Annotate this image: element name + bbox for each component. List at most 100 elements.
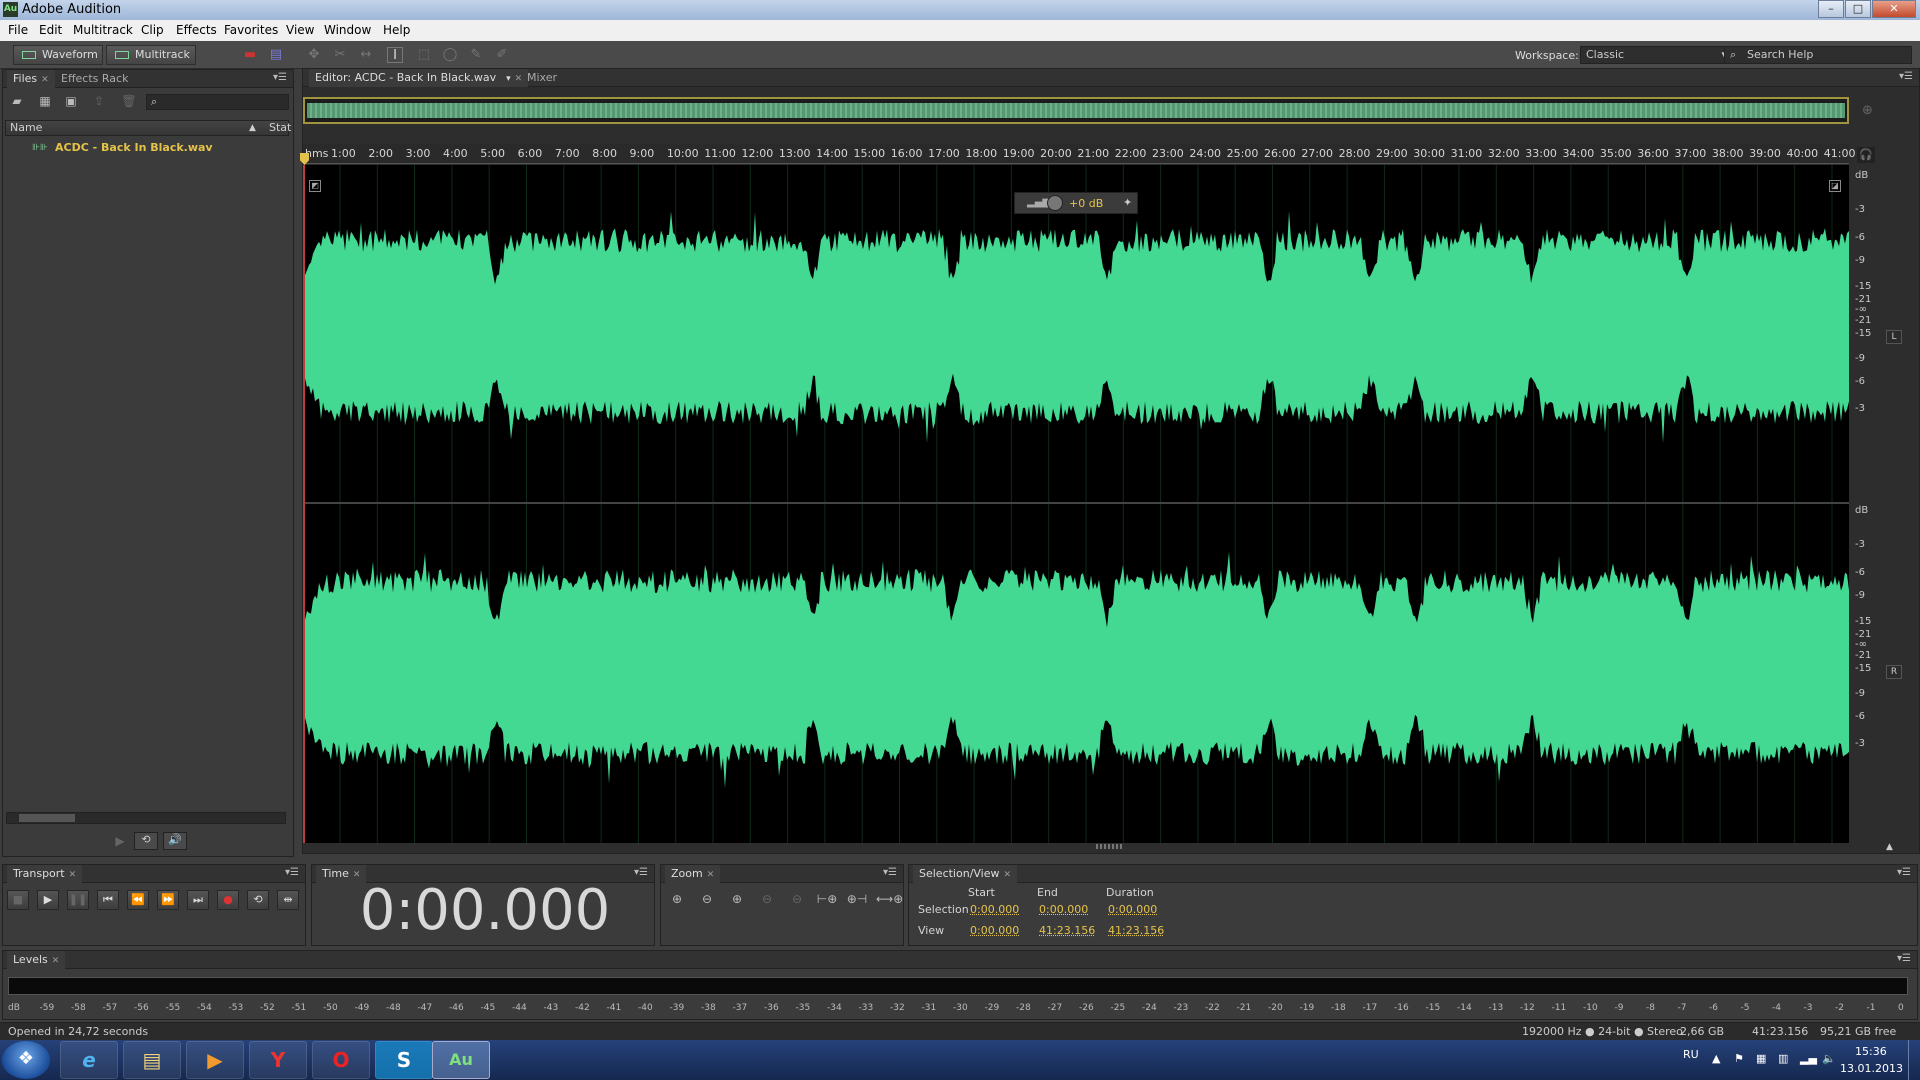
view-end-field[interactable]: 41:23.156: [1039, 924, 1095, 937]
channel-right-toggle[interactable]: R: [1886, 665, 1902, 679]
move-tool-icon[interactable]: ✥: [306, 47, 322, 63]
file-explorer-icon[interactable]: ▤: [123, 1041, 181, 1079]
panel-menu-icon[interactable]: ▾☰: [1897, 953, 1911, 964]
menu-favorites[interactable]: Favorites: [224, 23, 278, 37]
volume-knob-icon[interactable]: [1047, 195, 1063, 211]
waveform-view-button[interactable]: Waveform: [13, 45, 103, 65]
zoom-to-selection-icon[interactable]: ⟷⊕: [876, 890, 903, 910]
column-name[interactable]: Name: [10, 121, 42, 135]
zoom-out-full-icon[interactable]: ⊖: [786, 890, 808, 910]
action-center-flag-icon[interactable]: ⚑: [1734, 1052, 1744, 1065]
opera-icon[interactable]: O: [312, 1041, 370, 1079]
zoom-in-at-start-icon[interactable]: ⊢⊕: [816, 890, 838, 910]
pause-button[interactable]: ❚❚: [67, 890, 89, 910]
delete-file-icon[interactable]: 🗑: [121, 94, 137, 108]
internet-explorer-icon[interactable]: e: [60, 1041, 118, 1079]
spectral-frequency-icon[interactable]: ▬: [242, 47, 258, 63]
panel-menu-icon[interactable]: ▾☰: [1899, 71, 1913, 82]
start-button[interactable]: ❖: [2, 1041, 50, 1079]
network-icon[interactable]: ▥: [1778, 1052, 1788, 1065]
fade-out-handle-icon[interactable]: ◪: [1829, 180, 1841, 192]
menu-file[interactable]: File: [8, 23, 28, 37]
zoom-out-time-icon[interactable]: ⊖: [756, 890, 778, 910]
close-icon[interactable]: ✕: [52, 956, 60, 966]
rewind-button[interactable]: ⏪: [127, 890, 149, 910]
adobe-audition-icon[interactable]: Au: [432, 1041, 490, 1079]
files-search-input[interactable]: ⌕: [146, 94, 289, 110]
marquee-tool-icon[interactable]: ⬚: [416, 47, 432, 63]
show-hidden-icons-icon[interactable]: ▲: [1712, 1052, 1720, 1065]
panel-menu-icon[interactable]: ▾☰: [285, 867, 299, 878]
chevron-down-icon[interactable]: ▾: [506, 74, 511, 84]
fade-in-handle-icon[interactable]: ◩: [309, 180, 321, 192]
loop-preview-icon[interactable]: ⟲: [134, 832, 158, 850]
panel-menu-icon[interactable]: ▾☰: [634, 867, 648, 878]
menu-view[interactable]: View: [286, 23, 314, 37]
spot-healing-tool-icon[interactable]: ✐: [494, 47, 510, 63]
view-start-field[interactable]: 0:00.000: [970, 924, 1019, 937]
spectral-pitch-icon[interactable]: ▤: [268, 47, 284, 63]
play-button[interactable]: ▶: [37, 890, 59, 910]
skype-icon[interactable]: S: [375, 1041, 433, 1079]
tab-editor[interactable]: Editor: ACDC - Back In Black.wav ▾ ✕: [309, 69, 529, 87]
menu-help[interactable]: Help: [383, 23, 410, 37]
yandex-browser-icon[interactable]: Y: [249, 1041, 307, 1079]
close-icon[interactable]: ✕: [1004, 870, 1012, 880]
close-button[interactable]: ✕: [1872, 0, 1916, 18]
tab-mixer[interactable]: Mixer: [521, 69, 563, 87]
insert-into-multitrack-icon[interactable]: ⇪: [91, 94, 107, 108]
timeline-ruler[interactable]: hms 1:00 2:00 3:00 4:00 5:00 6:00 7:00 8:00 9:00…: [303, 144, 1856, 164]
files-horizontal-scrollbar[interactable]: [6, 812, 286, 824]
tab-transport[interactable]: Transport ✕: [7, 865, 83, 883]
selection-start-field[interactable]: 0:00.000: [970, 903, 1019, 916]
loop-playback-button[interactable]: ⟲: [247, 890, 269, 910]
close-icon[interactable]: ✕: [69, 870, 77, 880]
vertical-resize-handle[interactable]: [1096, 844, 1124, 849]
zoom-in-time-icon[interactable]: ⊕: [726, 890, 748, 910]
headphones-icon[interactable]: 🎧: [1857, 147, 1875, 163]
zoom-in-amplitude-icon[interactable]: ⊕: [666, 890, 688, 910]
selection-duration-field[interactable]: 0:00.000: [1108, 903, 1157, 916]
menu-multitrack[interactable]: Multitrack: [73, 23, 133, 37]
go-to-start-button[interactable]: ⏮: [97, 890, 119, 910]
view-duration-field[interactable]: 41:23.156: [1108, 924, 1164, 937]
scroll-up-icon[interactable]: ▲: [1886, 842, 1893, 852]
menu-edit[interactable]: Edit: [39, 23, 62, 37]
clock-date[interactable]: 13.01.2013: [1840, 1062, 1903, 1075]
tab-effects-rack[interactable]: Effects Rack: [55, 70, 134, 88]
pin-icon[interactable]: ✦: [1123, 196, 1132, 209]
open-file-icon[interactable]: ▰: [9, 94, 25, 108]
lasso-tool-icon[interactable]: ◯: [442, 47, 458, 63]
skip-selection-button[interactable]: ⇹: [277, 890, 299, 910]
tab-selection-view[interactable]: Selection/View ✕: [913, 865, 1018, 883]
tab-files[interactable]: Files ✕: [7, 70, 55, 88]
brush-tool-icon[interactable]: ✎: [468, 47, 484, 63]
hud-volume-control[interactable]: ▂▄▆ +0 dB ✦: [1014, 192, 1138, 214]
panel-menu-icon[interactable]: ▾☰: [273, 72, 287, 83]
selection-end-field[interactable]: 0:00.000: [1039, 903, 1088, 916]
multitrack-view-button[interactable]: Multitrack: [106, 45, 196, 65]
column-status[interactable]: Stat: [269, 121, 291, 135]
menu-window[interactable]: Window: [324, 23, 371, 37]
fast-forward-button[interactable]: ⏩: [157, 890, 179, 910]
razor-tool-icon[interactable]: ✂: [332, 47, 348, 63]
language-indicator[interactable]: RU: [1683, 1048, 1699, 1061]
panel-menu-icon[interactable]: ▾☰: [1897, 867, 1911, 878]
signal-icon[interactable]: ▂▄: [1800, 1052, 1817, 1065]
auto-play-icon[interactable]: 🔊: [163, 832, 187, 850]
scrollbar-thumb[interactable]: [19, 814, 75, 822]
go-to-end-button[interactable]: ⏭: [187, 890, 209, 910]
menu-clip[interactable]: Clip: [141, 23, 164, 37]
time-selection-tool-icon[interactable]: I: [387, 47, 403, 63]
channel-left-toggle[interactable]: L: [1886, 330, 1902, 344]
tab-zoom[interactable]: Zoom ✕: [665, 865, 721, 883]
device-icon[interactable]: ▦: [1756, 1052, 1766, 1065]
maximize-button[interactable]: □: [1845, 0, 1871, 18]
hud-gain-value[interactable]: +0 dB: [1069, 197, 1103, 210]
stop-button[interactable]: ■: [7, 890, 29, 910]
search-help-input[interactable]: ⌕ Search Help: [1724, 46, 1912, 64]
record-button[interactable]: ●: [217, 890, 239, 910]
workspace-select[interactable]: Classic▾: [1580, 46, 1732, 64]
tab-levels[interactable]: Levels ✕: [7, 951, 66, 969]
clock-time[interactable]: 15:36: [1855, 1045, 1887, 1058]
